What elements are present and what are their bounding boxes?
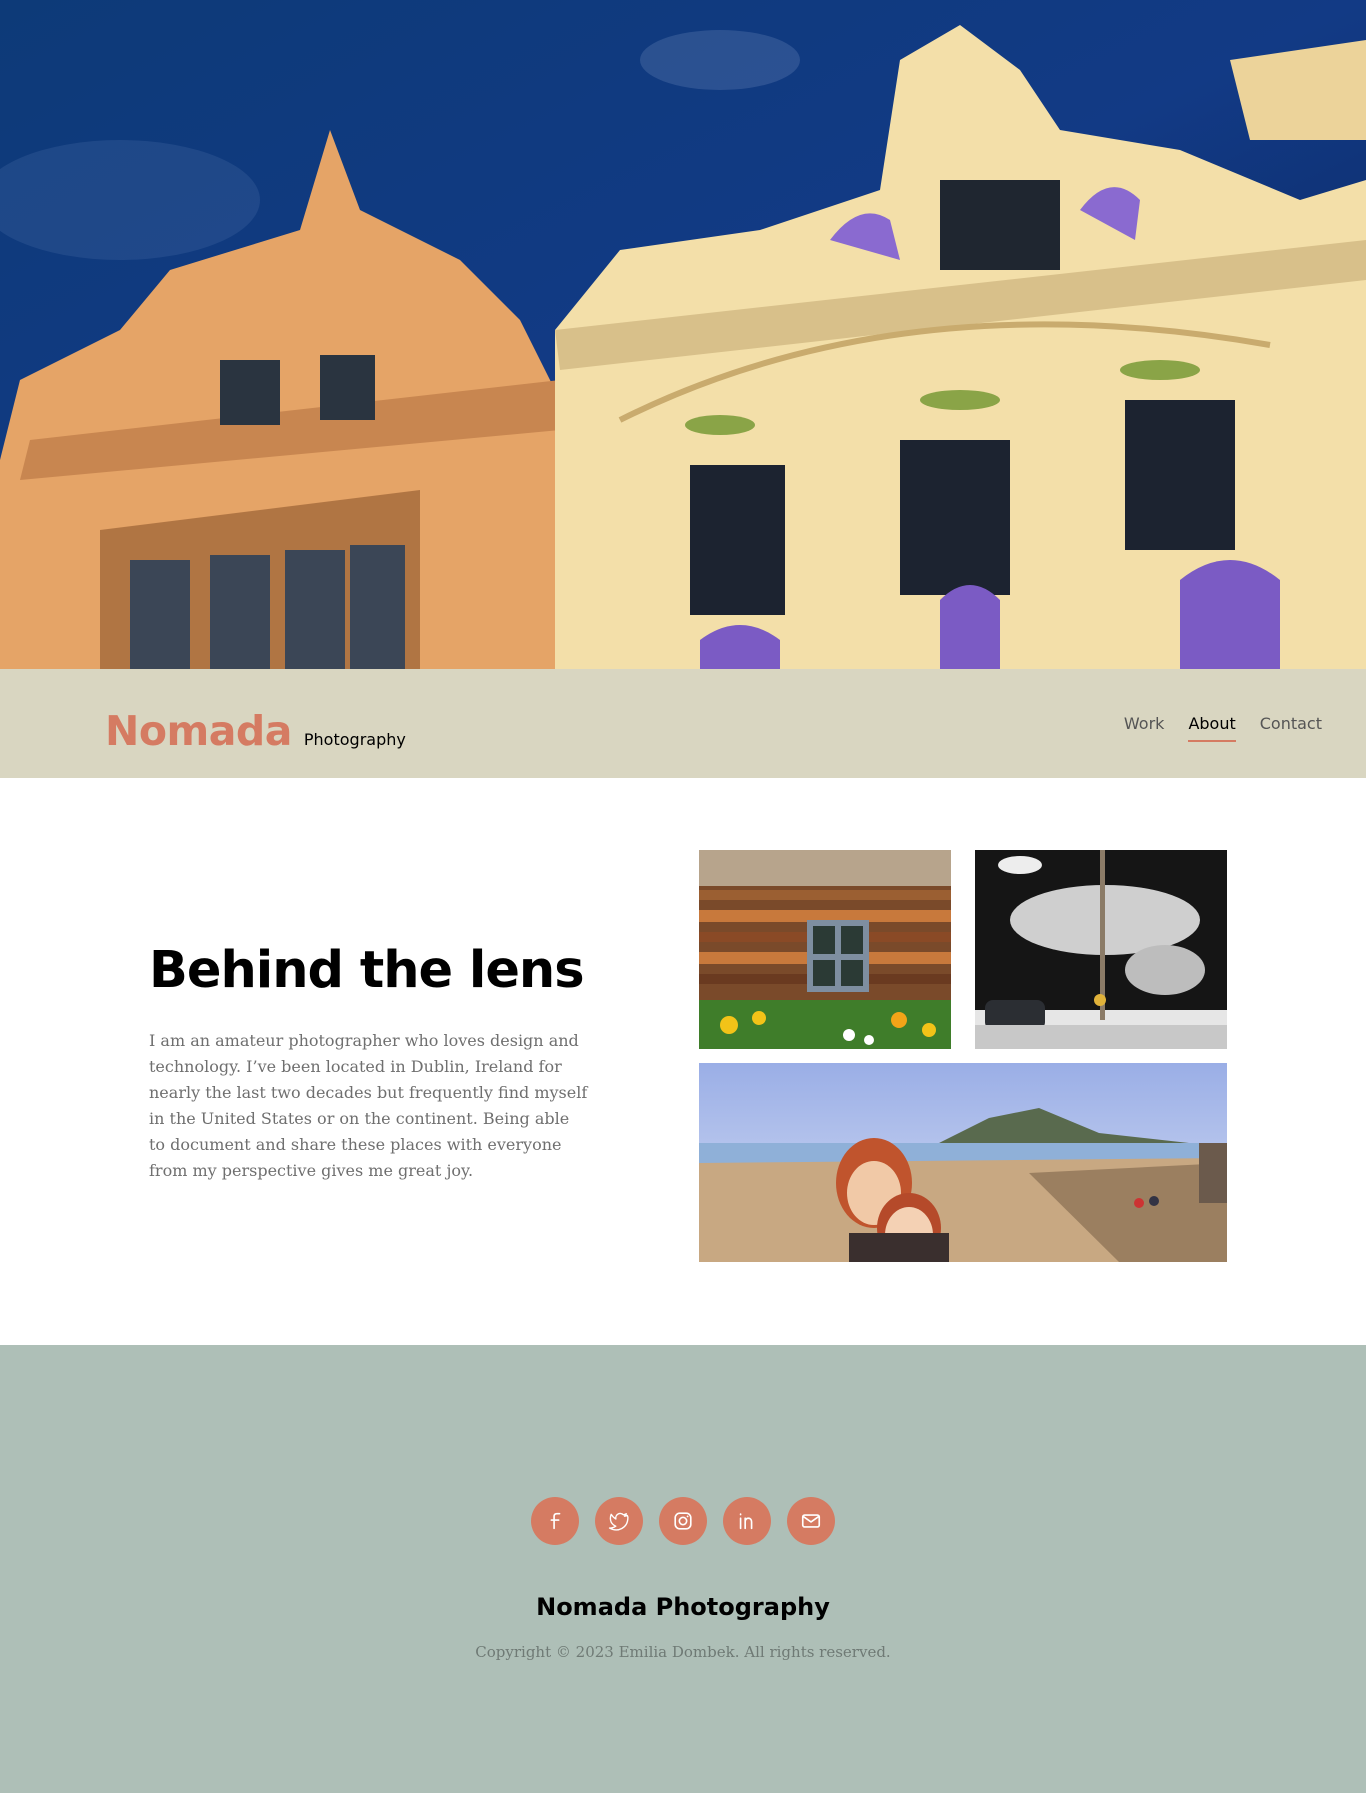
nav-link-work[interactable]: Work: [1112, 714, 1177, 733]
about-text-block: Behind the lens I am an amateur photogra…: [149, 944, 589, 1184]
photo-wooden-cabin: [699, 850, 951, 1049]
hero-image: [0, 0, 1366, 669]
mail-link[interactable]: [787, 1497, 835, 1545]
mail-icon: [801, 1514, 821, 1528]
main-nav: Work About Contact: [1112, 714, 1334, 742]
linkedin-link[interactable]: [723, 1497, 771, 1545]
hero-building-photo: [0, 0, 1366, 669]
nav-link-contact[interactable]: Contact: [1248, 714, 1334, 733]
photo-beach-selfie: [699, 1063, 1227, 1262]
footer-title: Nomada Photography: [536, 1593, 830, 1621]
facebook-icon: [550, 1512, 561, 1530]
social-links: [0, 1497, 1366, 1545]
site-footer: Nomada Photography Copyright © 2023 Emil…: [0, 1345, 1366, 1793]
instagram-link[interactable]: [659, 1497, 707, 1545]
linkedin-icon: [739, 1513, 753, 1530]
footer-copyright: Copyright © 2023 Emilia Dombek. All righ…: [475, 1643, 891, 1661]
photo-street-mural: [975, 850, 1227, 1049]
nav-link-about[interactable]: About: [1176, 714, 1247, 742]
site-header: Nomada Photography Work About Contact: [0, 669, 1366, 778]
brand-logo[interactable]: Nomada Photography: [105, 707, 406, 755]
twitter-link[interactable]: [595, 1497, 643, 1545]
about-title: Behind the lens: [149, 941, 585, 1000]
instagram-icon: [674, 1512, 692, 1530]
brand-name: Nomada: [105, 707, 292, 755]
facebook-link[interactable]: [531, 1497, 579, 1545]
about-description: I am an amateur photographer who loves d…: [149, 1030, 588, 1180]
brand-subtitle: Photography: [303, 730, 406, 749]
twitter-icon: [608, 1512, 629, 1531]
about-section: Behind the lens I am an amateur photogra…: [0, 778, 1366, 1345]
